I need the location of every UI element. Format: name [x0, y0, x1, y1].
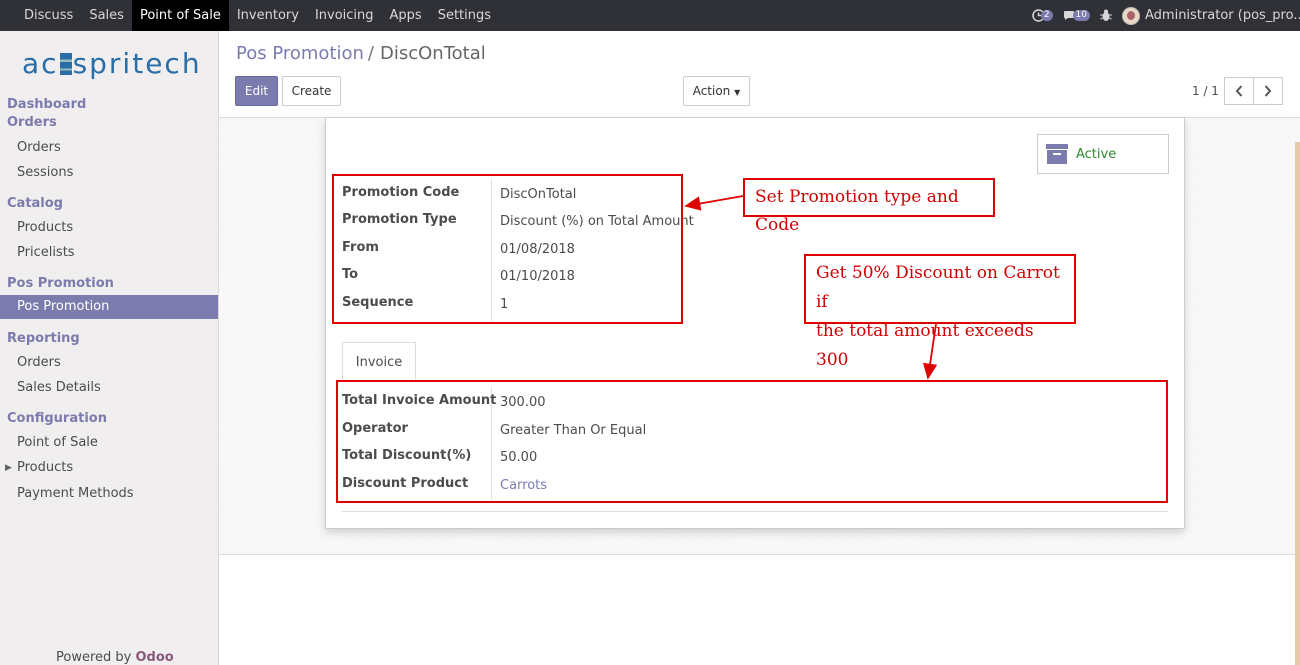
caret-down-icon: ▼: [734, 88, 741, 97]
sidebar-item-orders[interactable]: Orders: [17, 140, 61, 155]
active-label: Active: [1076, 146, 1117, 162]
sidebar-item-products[interactable]: Products: [17, 220, 73, 235]
action-dropdown[interactable]: Action ▼: [683, 76, 750, 106]
edit-button[interactable]: Edit: [235, 76, 278, 106]
sidebar-item-pricelists[interactable]: Pricelists: [17, 245, 75, 260]
systray: 2 10 Administrator (pos_pro...: [1032, 0, 1300, 31]
breadcrumb-current: DiscOnTotal: [380, 43, 486, 64]
sidebar-item-report-orders[interactable]: Orders: [17, 355, 61, 370]
company-logo: ac spritech: [22, 47, 202, 80]
breadcrumb-separator: /: [367, 43, 374, 64]
sidebar: ac spritech Dashboard Orders Orders Sessi…: [0, 31, 219, 665]
activity-button[interactable]: 2: [1032, 9, 1053, 22]
pager-value[interactable]: 1 / 1: [1192, 84, 1219, 98]
debug-button[interactable]: [1100, 9, 1112, 22]
menu-invoicing[interactable]: Invoicing: [307, 0, 382, 31]
sidebar-section-reporting[interactable]: Reporting: [7, 331, 80, 346]
action-label: Action: [692, 84, 731, 98]
menu-settings[interactable]: Settings: [430, 0, 499, 31]
breadcrumb: Pos Promotion / DiscOnTotal: [236, 43, 486, 64]
annotation-callout-promotion: Set Promotion type and Code: [743, 178, 995, 235]
active-toggle-button[interactable]: Active: [1037, 134, 1169, 174]
menu-inventory[interactable]: Inventory: [229, 0, 307, 31]
messaging-button[interactable]: 10: [1063, 10, 1090, 22]
odoo-link[interactable]: Odoo: [136, 650, 174, 665]
sidebar-section-pos-promotion[interactable]: Pos Promotion: [7, 276, 114, 291]
sidebar-section-catalog[interactable]: Catalog: [7, 196, 63, 211]
annotation-text-discount-line1: Get 50% Discount on Carrot if: [816, 263, 1060, 312]
avatar[interactable]: [1122, 6, 1140, 25]
menu-point-of-sale[interactable]: Point of Sale: [131, 0, 229, 31]
sidebar-item-payment-methods[interactable]: Payment Methods: [17, 486, 134, 501]
sidebar-item-config-products[interactable]: Products: [17, 460, 73, 475]
sidebar-item-point-of-sale[interactable]: Point of Sale: [17, 435, 98, 450]
chevron-right-icon: [1264, 85, 1272, 97]
sidebar-section-dashboard[interactable]: Dashboard: [7, 97, 86, 112]
message-count-badge: 10: [1072, 10, 1090, 21]
scrollbar[interactable]: [1295, 142, 1300, 665]
annotation-text-discount-line2: the total amount exceeds 300: [816, 321, 1034, 370]
menu-discuss[interactable]: Discuss: [0, 0, 81, 31]
app-menu: Discuss Sales Point of Sale Inventory In…: [0, 0, 499, 31]
bug-icon: [1100, 9, 1112, 21]
breadcrumb-parent[interactable]: Pos Promotion: [236, 43, 364, 64]
sidebar-item-sales-details[interactable]: Sales Details: [17, 380, 101, 395]
sidebar-section-configuration[interactable]: Configuration: [7, 411, 107, 426]
sidebar-item-pos-promotion[interactable]: Pos Promotion: [0, 295, 218, 319]
activity-count-badge: 2: [1040, 10, 1053, 21]
sheet-bottom-divider: [342, 511, 1168, 512]
highlight-box-promotion: [332, 174, 683, 324]
highlight-box-invoice: [336, 380, 1168, 503]
archive-icon: [1046, 144, 1068, 164]
menu-sales[interactable]: Sales: [81, 0, 132, 31]
tab-invoice[interactable]: Invoice: [342, 342, 416, 382]
user-menu[interactable]: Administrator (pos_pro...: [1145, 8, 1300, 23]
top-navbar: Discuss Sales Point of Sale Inventory In…: [0, 0, 1300, 31]
menu-apps[interactable]: Apps: [382, 0, 430, 31]
chevron-left-icon: [1235, 85, 1243, 97]
pager-previous-button[interactable]: [1224, 77, 1254, 105]
sidebar-section-orders[interactable]: Orders: [7, 115, 57, 130]
sidebar-item-sessions[interactable]: Sessions: [17, 165, 73, 180]
pager-next-button[interactable]: [1253, 77, 1283, 105]
annotation-callout-discount: Get 50% Discount on Carrot if the total …: [804, 254, 1076, 370]
powered-by-label: Powered by: [56, 650, 132, 665]
caret-right-icon[interactable]: ▶: [5, 463, 12, 473]
powered-by: Powered by Odoo: [56, 650, 174, 665]
create-button[interactable]: Create: [282, 76, 341, 106]
